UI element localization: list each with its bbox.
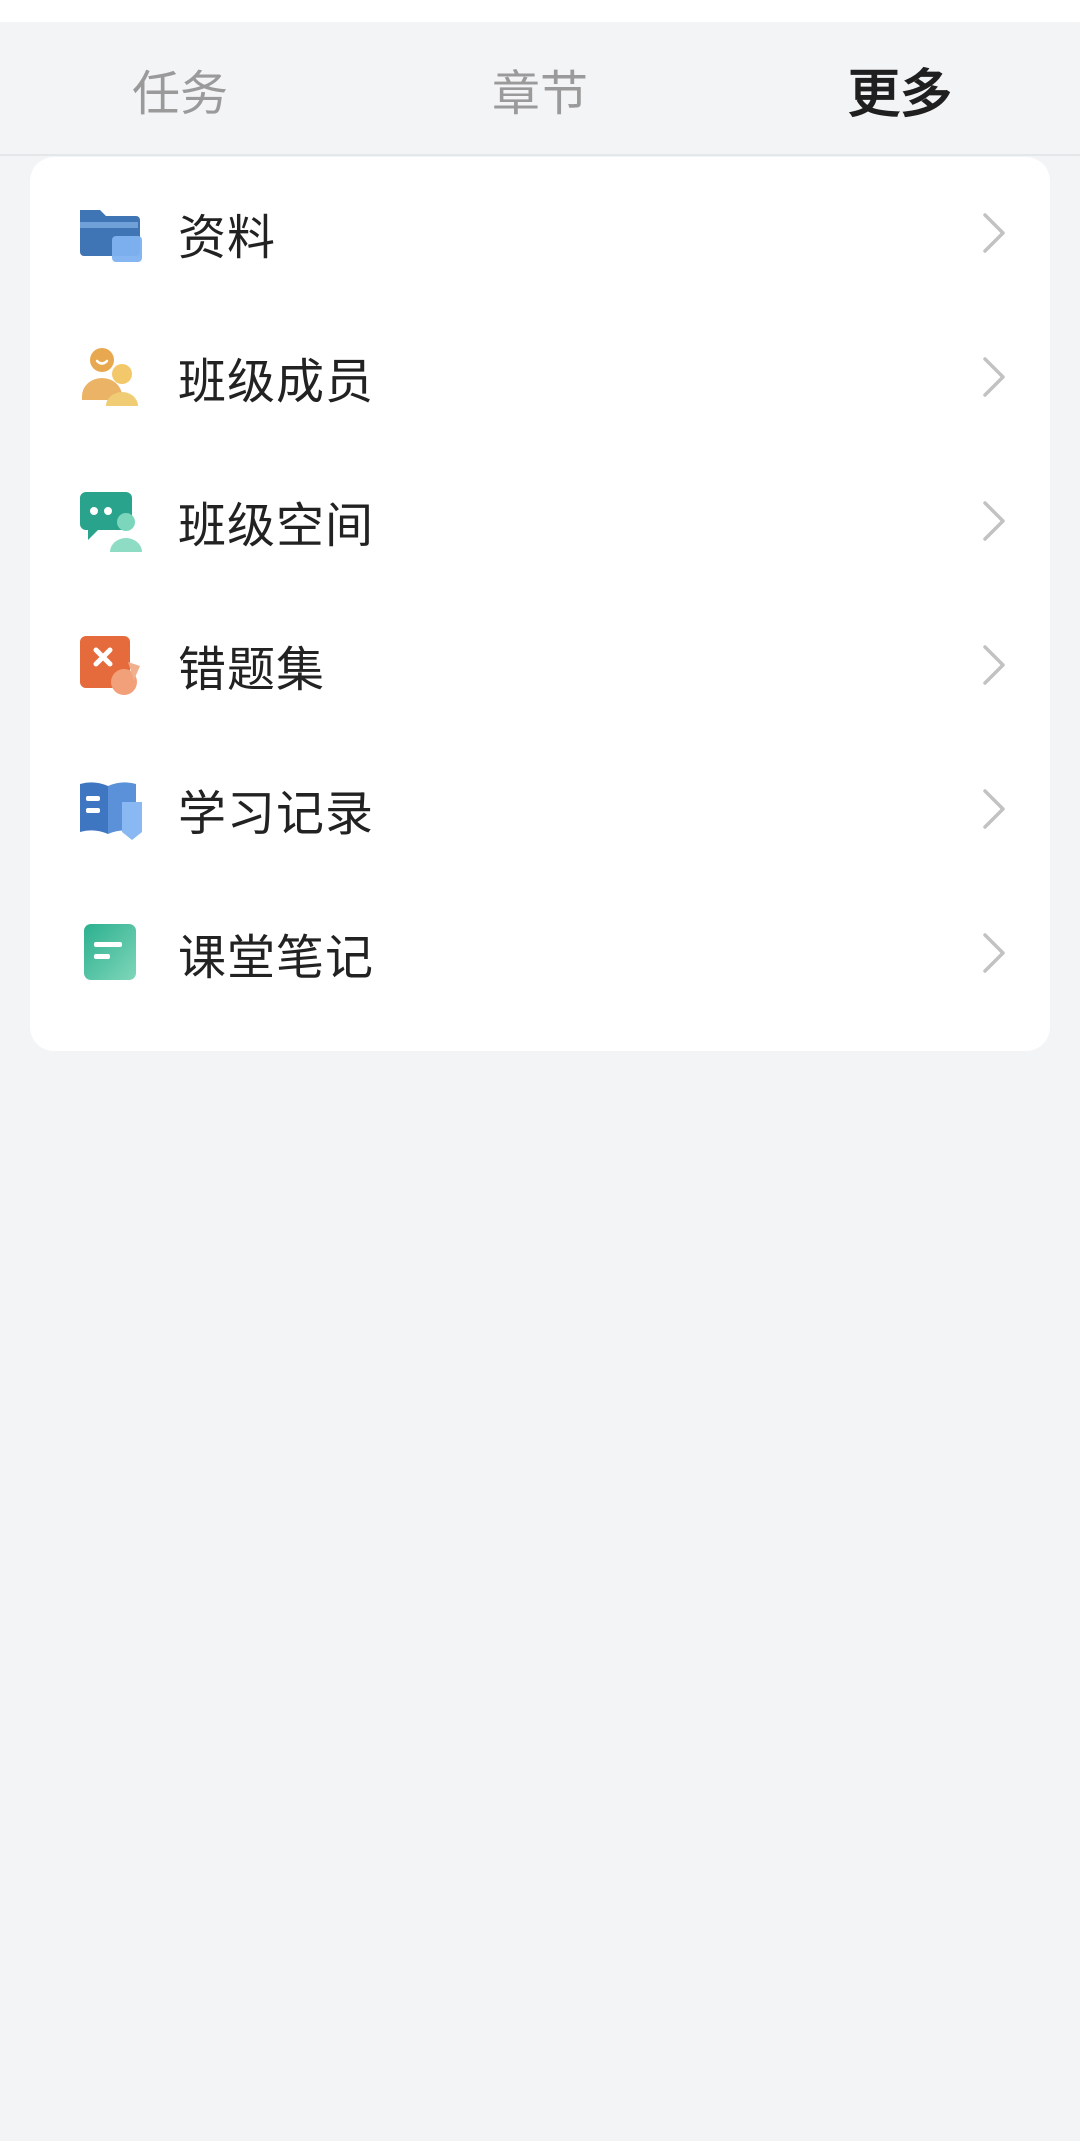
chevron-right-icon [983,501,1005,541]
members-icon [82,348,138,406]
menu-item-label: 班级成员 [178,354,375,410]
status-bar [0,0,1080,22]
study-record-icon [80,782,142,840]
menu-item-class-space[interactable]: 班级空间 [30,449,1050,593]
more-menu-card: 资料 班级成员 班级空间 错题集 学习记录 课堂笔记 [30,157,1050,1051]
menu-item-label: 资料 [178,210,277,266]
folder-icon [80,210,142,262]
chevron-right-icon [983,645,1005,685]
wrong-answers-icon [80,636,140,695]
chat-space-icon [80,492,142,552]
menu-item-label: 班级空间 [178,498,375,554]
menu-item-label: 课堂笔记 [178,930,375,986]
tab-more[interactable]: 更多 [810,22,990,156]
menu-item-class-notes[interactable]: 课堂笔记 [30,881,1050,1025]
notes-icon [84,924,136,980]
tab-chapters[interactable]: 章节 [450,22,630,156]
chevron-right-icon [983,213,1005,253]
tab-bar: 任务 章节 更多 [0,22,1080,176]
chevron-right-icon [983,789,1005,829]
chevron-right-icon [983,933,1005,973]
menu-item-class-members[interactable]: 班级成员 [30,305,1050,449]
menu-item-materials[interactable]: 资料 [30,161,1050,305]
tab-tasks[interactable]: 任务 [90,22,270,156]
menu-item-label: 错题集 [178,642,326,698]
chevron-right-icon [983,357,1005,397]
menu-item-label: 学习记录 [178,786,375,842]
menu-item-study-records[interactable]: 学习记录 [30,737,1050,881]
menu-item-wrong-answers[interactable]: 错题集 [30,593,1050,737]
